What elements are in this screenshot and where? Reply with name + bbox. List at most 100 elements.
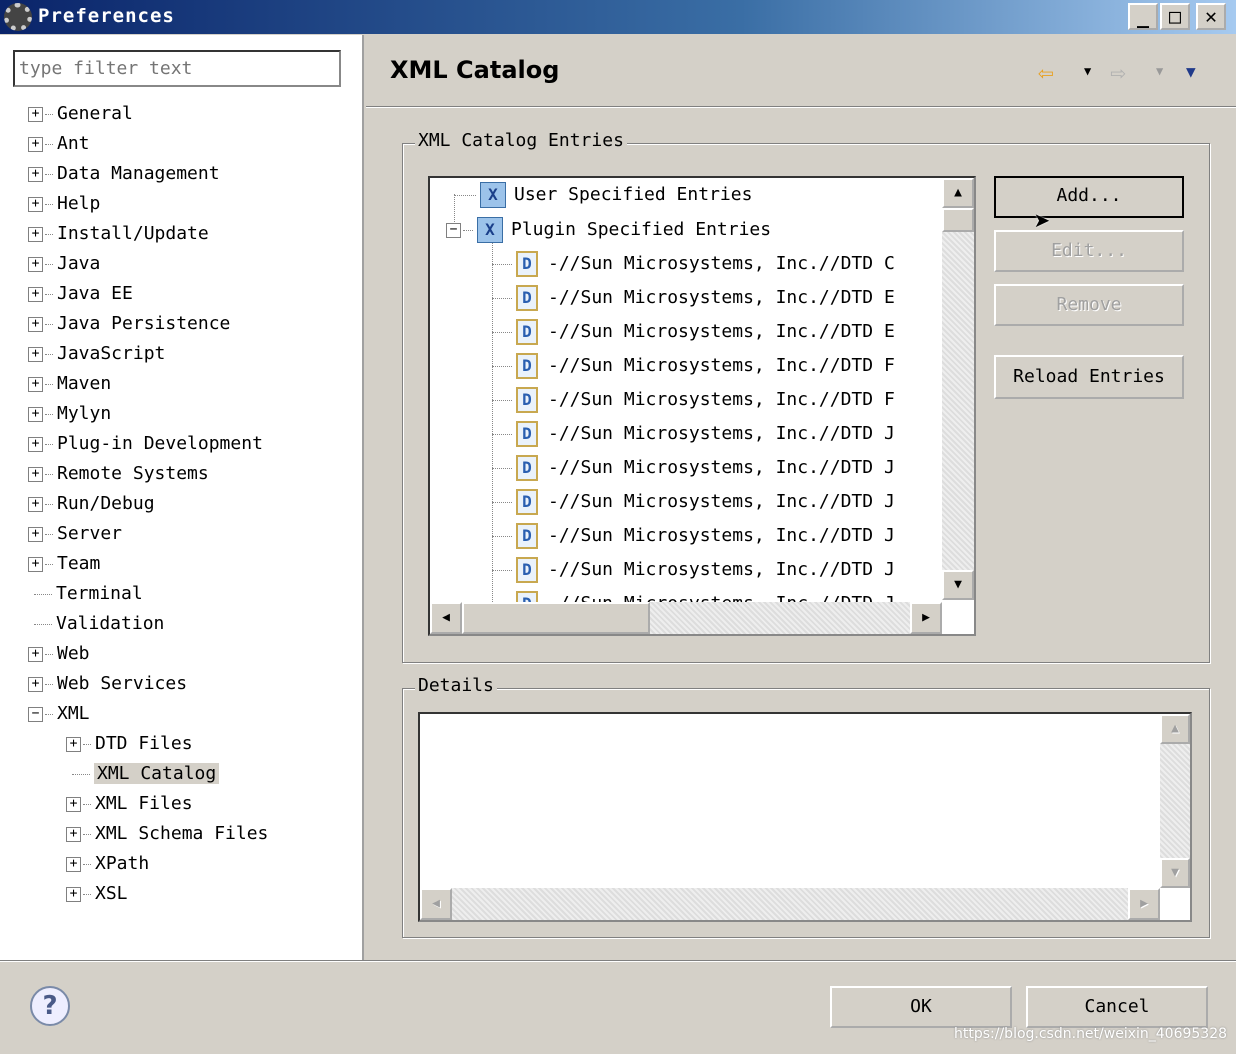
expand-icon[interactable]: +: [28, 676, 43, 692]
expand-icon[interactable]: +: [28, 316, 43, 332]
tree-item[interactable]: + Java EE: [28, 279, 133, 309]
expand-icon[interactable]: +: [66, 736, 81, 752]
scroll-up-button[interactable]: ▲: [942, 178, 974, 208]
details-text-area[interactable]: ▲ ▼ ◀ ▶: [418, 712, 1192, 922]
ok-button[interactable]: OK: [830, 986, 1012, 1028]
expand-icon[interactable]: +: [66, 796, 81, 812]
view-menu-icon[interactable]: ▼: [1186, 62, 1196, 81]
tree-item[interactable]: + XML Schema Files: [66, 819, 268, 849]
tree-item[interactable]: + Java: [28, 249, 100, 279]
expand-icon[interactable]: +: [28, 106, 43, 122]
tree-item[interactable]: Validation: [28, 609, 164, 639]
tree-item[interactable]: + Run/Debug: [28, 489, 155, 519]
scroll-down-button[interactable]: ▼: [942, 570, 974, 600]
catalog-entry[interactable]: D -//Sun Microsystems, Inc.//DTD F: [492, 349, 895, 383]
tree-item[interactable]: + Help: [28, 189, 100, 219]
tree-item[interactable]: + Ant: [28, 129, 90, 159]
expand-icon[interactable]: +: [66, 886, 81, 902]
tree-item[interactable]: + Java Persistence: [28, 309, 230, 339]
tree-item[interactable]: Terminal: [28, 579, 143, 609]
scroll-up-button[interactable]: ▲: [1160, 714, 1190, 744]
tree-item[interactable]: + Plug-in Development: [28, 429, 263, 459]
expand-icon[interactable]: +: [66, 826, 81, 842]
remove-button[interactable]: Remove: [994, 284, 1184, 326]
expand-icon[interactable]: +: [28, 226, 43, 242]
tree-item[interactable]: + Team: [28, 549, 100, 579]
back-dropdown-icon[interactable]: ▼: [1084, 64, 1091, 78]
catalog-entry[interactable]: D -//Sun Microsystems, Inc.//DTD J: [492, 553, 895, 587]
forward-icon[interactable]: ⇨: [1110, 58, 1126, 88]
expand-icon[interactable]: +: [28, 556, 43, 572]
expand-icon[interactable]: +: [28, 526, 43, 542]
edit-button[interactable]: Edit...: [994, 230, 1184, 272]
catalog-entry[interactable]: D -//Sun Microsystems, Inc.//DTD J: [492, 519, 895, 553]
expand-icon[interactable]: +: [28, 406, 43, 422]
scroll-left-button[interactable]: ◀: [420, 888, 452, 920]
details-horizontal-scrollbar[interactable]: ◀ ▶: [420, 888, 1160, 920]
scroll-right-button[interactable]: ▶: [910, 602, 942, 634]
add-button[interactable]: Add...: [994, 176, 1184, 218]
tree-item[interactable]: XML Catalog: [66, 759, 220, 789]
expand-icon[interactable]: +: [28, 496, 43, 512]
entry-label: -//Sun Microsystems, Inc.//DTD J: [548, 457, 895, 478]
filter-input[interactable]: [13, 50, 341, 87]
details-vertical-scrollbar[interactable]: ▲ ▼: [1160, 714, 1190, 888]
expand-icon[interactable]: +: [28, 346, 43, 362]
scroll-thumb[interactable]: [942, 208, 974, 232]
expand-icon[interactable]: +: [28, 436, 43, 452]
tree-item[interactable]: + XSL: [66, 879, 128, 909]
catalog-icon: X: [477, 217, 503, 243]
catalog-entry[interactable]: D -//Sun Microsystems, Inc.//DTD J: [492, 485, 895, 519]
expand-icon[interactable]: +: [28, 646, 43, 662]
expand-icon[interactable]: +: [28, 196, 43, 212]
horizontal-scrollbar[interactable]: ◀ ▶: [430, 602, 942, 634]
tree-item[interactable]: + Web: [28, 639, 90, 669]
catalog-entry[interactable]: D -//Sun Microsystems, Inc.//DTD C: [492, 247, 895, 281]
back-icon[interactable]: ⇦: [1038, 58, 1054, 88]
tree-item-plugin-entries[interactable]: − X Plugin Specified Entries: [446, 213, 771, 247]
collapse-icon[interactable]: −: [28, 706, 43, 722]
tree-item[interactable]: + Data Management: [28, 159, 220, 189]
forward-dropdown-icon[interactable]: ▼: [1156, 64, 1163, 78]
tree-item[interactable]: + Remote Systems: [28, 459, 209, 489]
hscroll-thumb[interactable]: [462, 602, 650, 634]
scroll-left-button[interactable]: ◀: [430, 602, 462, 634]
catalog-entry[interactable]: D -//Sun Microsystems, Inc.//DTD J: [492, 451, 895, 485]
entry-label: -//Sun Microsystems, Inc.//DTD J: [548, 525, 895, 546]
tree-item[interactable]: + XML Files: [66, 789, 193, 819]
tree-item[interactable]: + Server: [28, 519, 122, 549]
tree-item[interactable]: + DTD Files: [66, 729, 193, 759]
tree-item[interactable]: + JavaScript: [28, 339, 165, 369]
cancel-button[interactable]: Cancel: [1026, 986, 1208, 1028]
tree-item[interactable]: + Install/Update: [28, 219, 209, 249]
tree-item-user-entries[interactable]: X User Specified Entries: [454, 178, 752, 212]
tree-item[interactable]: + XPath: [66, 849, 149, 879]
maximize-button[interactable]: □: [1160, 3, 1190, 30]
catalog-entry[interactable]: D -//Sun Microsystems, Inc.//DTD E: [492, 281, 895, 315]
tree-item[interactable]: + Maven: [28, 369, 111, 399]
reload-entries-button[interactable]: Reload Entries: [994, 355, 1184, 399]
expand-icon[interactable]: +: [28, 256, 43, 272]
scroll-right-button[interactable]: ▶: [1128, 888, 1160, 920]
catalog-tree[interactable]: X User Specified Entries − X Plugin Specifi…: [428, 176, 976, 636]
expand-icon[interactable]: +: [28, 166, 43, 182]
tree-item[interactable]: − XML: [28, 699, 90, 729]
help-icon[interactable]: ?: [30, 986, 70, 1026]
expand-icon[interactable]: +: [28, 466, 43, 482]
catalog-entry[interactable]: D -//Sun Microsystems, Inc.//DTD F: [492, 383, 895, 417]
tree-item[interactable]: + Web Services: [28, 669, 187, 699]
minimize-button[interactable]: _: [1128, 3, 1158, 30]
expand-icon[interactable]: +: [28, 136, 43, 152]
tree-item[interactable]: + Mylyn: [28, 399, 111, 429]
scroll-down-button[interactable]: ▼: [1160, 858, 1190, 888]
vertical-scrollbar[interactable]: ▲ ▼: [942, 178, 974, 600]
close-button[interactable]: ✕: [1196, 3, 1226, 30]
catalog-entry[interactable]: D -//Sun Microsystems, Inc.//DTD J: [492, 417, 895, 451]
tree-line: [492, 365, 512, 367]
expand-icon[interactable]: +: [28, 286, 43, 302]
tree-item[interactable]: + General: [28, 99, 133, 129]
collapse-icon[interactable]: −: [446, 222, 461, 238]
expand-icon[interactable]: +: [66, 856, 81, 872]
expand-icon[interactable]: +: [28, 376, 43, 392]
catalog-entry[interactable]: D -//Sun Microsystems, Inc.//DTD E: [492, 315, 895, 349]
